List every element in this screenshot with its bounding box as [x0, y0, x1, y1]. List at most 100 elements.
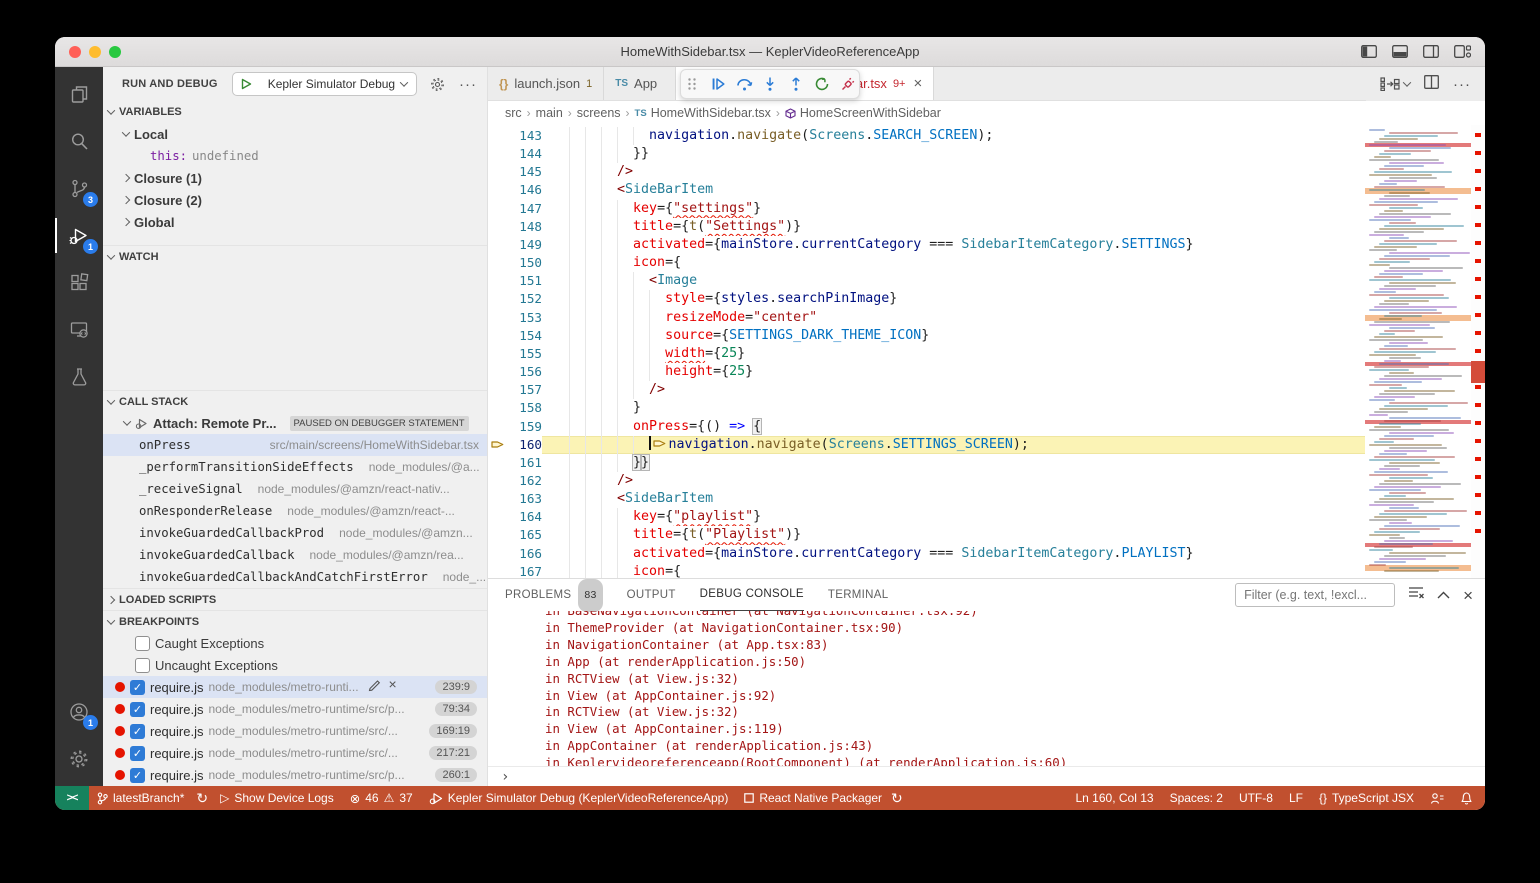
panel-tab-terminal[interactable]: TERMINAL: [828, 580, 889, 611]
close-tab-icon[interactable]: ×: [913, 75, 922, 92]
remote-indicator[interactable]: ><: [55, 786, 89, 810]
extensions-icon[interactable]: [55, 259, 103, 306]
code-line-157[interactable]: 157/>: [488, 381, 1365, 399]
panel-tab-debug-console[interactable]: DEBUG CONSOLE: [700, 580, 804, 611]
breakpoint-row[interactable]: ✓require.jsnode_modules/metro-runtime/sr…: [103, 742, 487, 764]
scope-global[interactable]: Global: [103, 211, 487, 233]
code-line-155[interactable]: 155width={25}: [488, 345, 1365, 363]
continue-icon[interactable]: [707, 72, 730, 96]
breakpoint-checkbox[interactable]: ✓: [130, 680, 145, 695]
breadcrumb-item-HomeScreenWithSidebar[interactable]: HomeScreenWithSidebar: [785, 106, 941, 120]
uncaught-exceptions-row[interactable]: Uncaught Exceptions: [103, 654, 487, 676]
code-line-158[interactable]: 158}: [488, 399, 1365, 417]
breakpoint-checkbox[interactable]: ✓: [130, 746, 145, 761]
tab-app-tsx[interactable]: TS App: [604, 67, 676, 100]
more-actions-icon[interactable]: ···: [459, 76, 477, 93]
code-line-159[interactable]: 159onPress={() => {: [488, 418, 1365, 436]
close-window-button[interactable]: [69, 46, 81, 58]
clear-console-icon[interactable]: [1408, 586, 1424, 604]
call-stack-section-header[interactable]: CALL STACK: [103, 390, 487, 412]
step-out-icon[interactable]: [784, 72, 807, 96]
git-branch-item[interactable]: latestBranch*: [89, 786, 192, 810]
step-into-icon[interactable]: [759, 72, 782, 96]
code-line-151[interactable]: 151<Image: [488, 272, 1365, 290]
window-titlebar[interactable]: HomeWithSidebar.tsx — KeplerVideoReferen…: [55, 37, 1485, 67]
uncaught-exceptions-checkbox[interactable]: [135, 658, 150, 673]
toggle-secondary-sidebar-icon[interactable]: [1423, 45, 1439, 58]
step-over-icon[interactable]: [733, 72, 756, 96]
code-line-153[interactable]: 153resizeMode="center": [488, 309, 1365, 327]
overview-ruler[interactable]: [1471, 125, 1485, 578]
stack-frame-onResponderRelease[interactable]: onResponderReleasenode_modules/@amzn/rea…: [103, 500, 487, 522]
show-device-logs-item[interactable]: ▷Show Device Logs: [212, 786, 342, 810]
code-line-166[interactable]: 166activated={mainStore.currentCategory …: [488, 545, 1365, 563]
panel-tab-output[interactable]: OUTPUT: [627, 580, 676, 611]
indentation-item[interactable]: Spaces: 2: [1162, 786, 1231, 810]
close-panel-icon[interactable]: ×: [1463, 589, 1473, 602]
source-control-icon[interactable]: 3: [55, 165, 103, 212]
code-line-152[interactable]: 152style={styles.searchPinImage}: [488, 290, 1365, 308]
sync-icon[interactable]: ↻: [192, 786, 212, 810]
caught-exceptions-checkbox[interactable]: [135, 636, 150, 651]
feedback-icon[interactable]: [1422, 786, 1452, 810]
accounts-icon[interactable]: 1: [55, 688, 103, 735]
stack-frame-invokeGuardedCallback[interactable]: invokeGuardedCallbacknode_modules/@amzn/…: [103, 544, 487, 566]
code-line-156[interactable]: 156height={25}: [488, 363, 1365, 381]
stack-frame-onPress[interactable]: onPresssrc/main/screens/HomeWithSidebar.…: [103, 434, 487, 456]
language-mode-item[interactable]: {}TypeScript JSX: [1311, 786, 1422, 810]
scope-closure-1[interactable]: Closure (1): [103, 167, 487, 189]
breakpoint-checkbox[interactable]: ✓: [130, 702, 145, 717]
code-line-160[interactable]: 160navigation.navigate(Screens.SETTINGS_…: [488, 436, 1365, 454]
zoom-window-button[interactable]: [109, 46, 121, 58]
console-filter-input[interactable]: [1235, 583, 1395, 607]
code-line-143[interactable]: 143navigation.navigate(Screens.SEARCH_SC…: [488, 127, 1365, 145]
toolbar-drag-grip[interactable]: [681, 72, 704, 96]
caught-exceptions-row[interactable]: Caught Exceptions: [103, 632, 487, 654]
breakpoints-section-header[interactable]: BREAKPOINTS: [103, 610, 487, 632]
breadcrumb-item-main[interactable]: main: [536, 106, 563, 120]
code-line-165[interactable]: 165title={t("Playlist")}: [488, 526, 1365, 544]
move-editor-icon[interactable]: [1380, 77, 1410, 91]
stack-frame-_performTransitionSideEffects[interactable]: _performTransitionSideEffectsnode_module…: [103, 456, 487, 478]
restart-icon[interactable]: [810, 72, 833, 96]
cursor-position-item[interactable]: Ln 160, Col 13: [1068, 786, 1162, 810]
more-actions-icon[interactable]: ···: [1453, 76, 1471, 93]
code-line-148[interactable]: 148title={t("Settings")}: [488, 218, 1365, 236]
breakpoint-row[interactable]: ✓require.jsnode_modules/metro-runtime/sr…: [103, 720, 487, 742]
remove-breakpoint-icon[interactable]: ×: [389, 679, 397, 695]
breakpoint-checkbox[interactable]: ✓: [130, 768, 145, 783]
packager-item[interactable]: React Native Packager ↻: [736, 786, 910, 810]
toggle-panel-icon[interactable]: [1392, 45, 1408, 58]
code-line-144[interactable]: 144}}: [488, 145, 1365, 163]
code-line-146[interactable]: 146<SideBarItem: [488, 181, 1365, 199]
breadcrumb-item-src[interactable]: src: [505, 106, 522, 120]
code-line-154[interactable]: 154source={SETTINGS_DARK_THEME_ICON}: [488, 327, 1365, 345]
breadcrumb-item-HomeWithSidebar.tsx[interactable]: TSHomeWithSidebar.tsx: [635, 106, 771, 120]
tab-launch-json[interactable]: {} launch.json 1: [488, 67, 604, 100]
variable-this[interactable]: this: undefined: [103, 145, 487, 167]
minimap[interactable]: [1365, 125, 1471, 578]
eol-item[interactable]: LF: [1281, 786, 1311, 810]
explorer-icon[interactable]: [55, 71, 103, 118]
launch-config-dropdown[interactable]: Kepler Simulator Debug: [232, 72, 417, 96]
scope-local[interactable]: Local: [103, 123, 487, 145]
stack-frame-invokeGuardedCallbackProd[interactable]: invokeGuardedCallbackProdnode_modules/@a…: [103, 522, 487, 544]
run-and-debug-icon[interactable]: 1: [55, 212, 103, 259]
start-debug-icon[interactable]: [233, 78, 259, 90]
maximize-panel-icon[interactable]: [1437, 586, 1450, 604]
code-line-147[interactable]: 147key={"settings"}: [488, 200, 1365, 218]
search-icon[interactable]: [55, 118, 103, 165]
loaded-scripts-section-header[interactable]: LOADED SCRIPTS: [103, 588, 487, 610]
problems-item[interactable]: ⊗46 ⚠37: [342, 786, 421, 810]
testing-icon[interactable]: [55, 353, 103, 400]
code-line-161[interactable]: 161}}: [488, 454, 1365, 472]
code-line-167[interactable]: 167icon={: [488, 563, 1365, 578]
breakpoint-row[interactable]: ✓require.jsnode_modules/metro-runtime/sr…: [103, 698, 487, 720]
panel-tab-problems[interactable]: PROBLEMS83: [505, 580, 603, 611]
notifications-bell-icon[interactable]: [1452, 786, 1485, 810]
watch-section-header[interactable]: WATCH: [103, 245, 487, 267]
breakpoint-checkbox[interactable]: ✓: [130, 724, 145, 739]
scope-closure-2[interactable]: Closure (2): [103, 189, 487, 211]
edit-breakpoint-icon[interactable]: [368, 679, 381, 695]
split-editor-icon[interactable]: [1424, 75, 1439, 94]
